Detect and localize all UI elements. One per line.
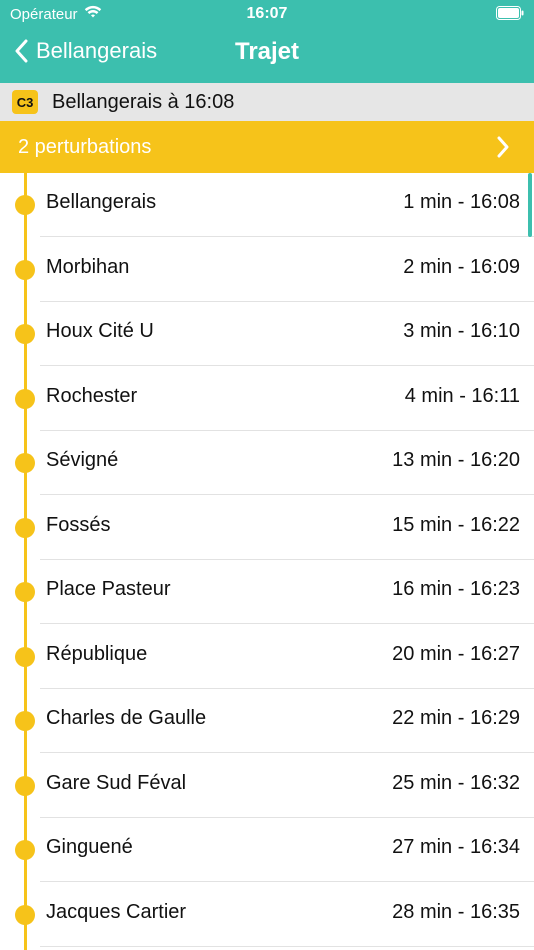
stop-row[interactable]: Jacques Cartier 28 min - 16:35 [0,883,534,947]
stop-dot-icon [15,646,35,667]
status-bar: Opérateur 16:07 [0,0,534,28]
line-banner: C3 Bellangerais à 16:08 [0,83,534,121]
stop-dot-icon [15,904,35,925]
stop-name: Jacques Cartier [46,900,187,923]
stop-dot-icon [15,775,35,796]
stop-name: Bellangerais [46,191,157,213]
stop-row[interactable]: Sévigné 13 min - 16:20 [0,431,534,495]
row-divider [40,945,534,947]
stop-row[interactable]: Ginguené 27 min - 16:34 [0,818,534,882]
stop-eta: 3 min - 16:10 [403,320,520,342]
battery-icon [496,6,524,24]
stop-row[interactable]: Houx Cité U 3 min - 16:10 [0,302,534,366]
stop-eta: 27 min - 16:34 [392,836,520,858]
stop-dot-icon [15,711,35,731]
stop-name: Gare Sud Féval [46,771,187,794]
stop-row[interactable]: Charles de Gaulle 22 min - 16:29 [0,689,534,753]
line-departure-text: Bellangerais à 16:08 [52,90,235,113]
stop-name: Houx Cité U [46,320,154,342]
perturbations-label: 2 perturbations [18,135,152,158]
stop-name: Rochester [46,384,138,407]
app-header: Opérateur 16:07 Bellangerais Trajet [0,0,534,83]
stop-eta: 22 min - 16:29 [392,707,520,729]
stop-dot-icon [15,517,35,538]
stop-dot-icon [15,388,35,409]
stop-eta: 1 min - 16:08 [403,191,520,213]
stop-name: Fossés [46,513,111,536]
chevron-right-icon [496,136,510,158]
stop-dot-icon [15,840,35,860]
line-badge: C3 [12,90,38,114]
stop-eta: 20 min - 16:27 [392,642,520,665]
stop-row[interactable]: Rochester 4 min - 16:11 [0,367,534,431]
stop-name: Sévigné [46,449,119,471]
stop-row[interactable]: Morbihan 2 min - 16:09 [0,238,534,302]
stop-row[interactable]: Bellangerais 1 min - 16:08 [0,173,534,237]
stop-eta: 13 min - 16:20 [392,449,520,471]
stop-dot-icon [15,324,35,344]
page-title: Trajet [234,38,300,65]
stop-dot-icon [15,453,35,473]
stop-eta: 15 min - 16:22 [392,513,520,536]
stop-name: Charles de Gaulle [46,707,207,729]
stop-row[interactable]: Fossés 15 min - 16:22 [0,496,534,560]
stop-dot-icon [15,582,35,602]
stop-dot-icon [15,195,35,215]
navigation-bar: Bellangerais Trajet [0,28,534,83]
stop-row[interactable]: Place Pasteur 16 min - 16:23 [0,560,534,624]
stop-eta: 2 min - 16:09 [403,255,520,278]
scrollbar[interactable] [528,173,532,237]
stop-row[interactable]: République 20 min - 16:27 [0,625,534,689]
stop-dot-icon [15,259,35,280]
stop-eta: 28 min - 16:35 [392,900,520,923]
stop-name: Morbihan [46,255,130,278]
stop-eta: 25 min - 16:32 [392,771,520,794]
stop-eta: 16 min - 16:23 [392,578,520,600]
perturbations-banner[interactable]: 2 perturbations [0,121,534,173]
stop-name: République [46,642,148,665]
stop-row[interactable]: Gare Sud Féval 25 min - 16:32 [0,754,534,818]
stop-name: Place Pasteur [46,578,171,600]
stop-name: Ginguené [46,836,133,858]
stops-list[interactable]: Bellangerais 1 min - 16:08 Morbihan 2 min -… [0,173,534,950]
status-time: 16:07 [246,5,288,22]
stop-eta: 4 min - 16:11 [404,384,520,407]
